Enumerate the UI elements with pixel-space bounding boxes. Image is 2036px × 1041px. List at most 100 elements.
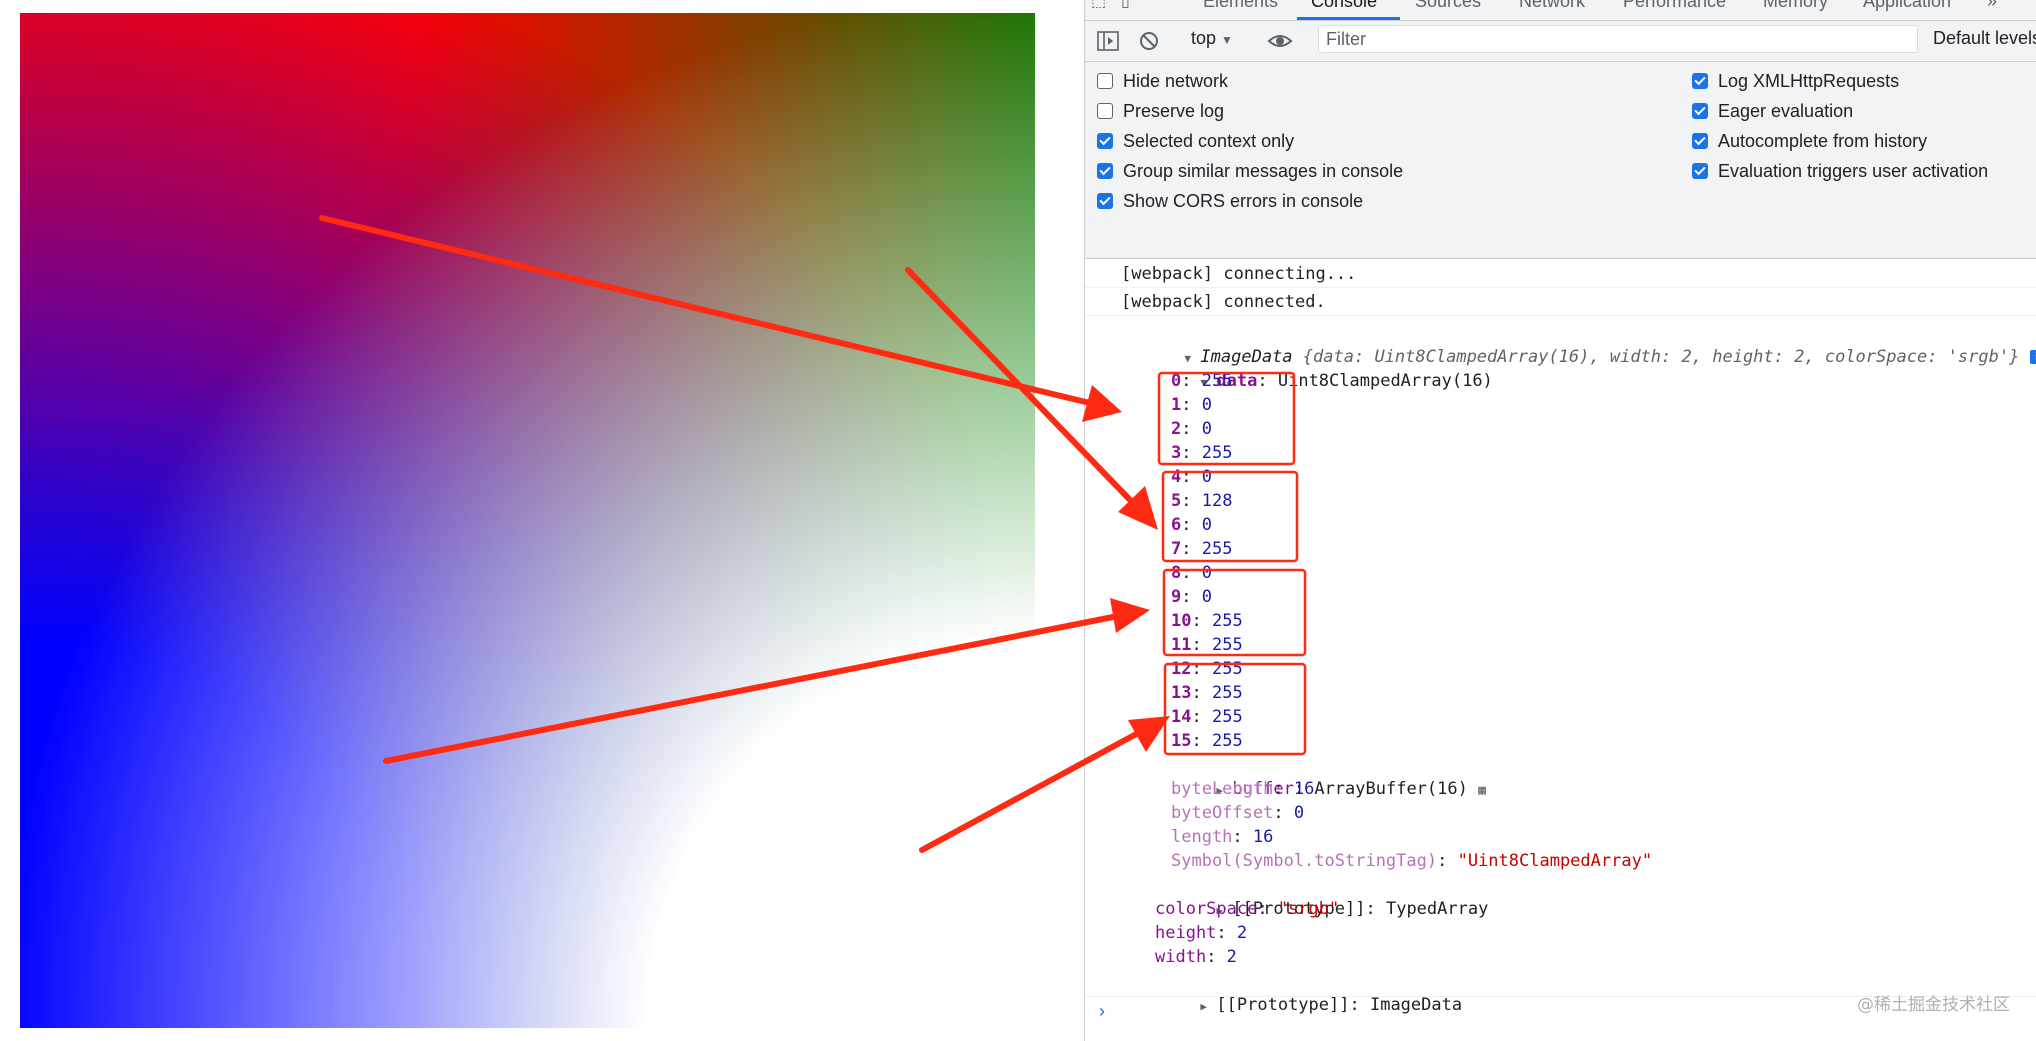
bytelength-property: byteLength: 16 [1171,779,1315,799]
array-entry: 8: 0 [1171,563,1212,583]
expand-triangle-icon[interactable]: ▶ [1200,995,1216,1019]
caret-down-icon: ▼ [1221,33,1233,47]
gradient-canvas [20,13,1035,1028]
array-entry: 5: 128 [1171,491,1233,511]
info-icon[interactable]: i [2029,350,2036,364]
console-message: [webpack] connected. [1121,292,1326,312]
console-message: [webpack] connecting... [1121,264,1357,284]
entry-index: 6 [1171,515,1182,535]
length-property: length: 16 [1171,827,1274,847]
eye-icon[interactable] [1267,31,1293,51]
array-entry: 15: 255 [1171,731,1243,751]
entry-value: 0 [1201,395,1212,415]
selected-context-checkbox[interactable] [1097,133,1113,149]
hide-network-option[interactable]: Hide network [1097,68,1228,94]
entry-index: 13 [1171,683,1192,703]
entry-index: 4 [1171,467,1182,487]
entry-value: 255 [1211,635,1243,655]
gradient-white-layer [20,13,1035,1028]
imagedata-summary[interactable]: ▼ ImageData {data: Uint8ClampedArray(16),… [1123,321,2036,367]
entry-value: 255 [1201,539,1233,559]
array-entry: 4: 0 [1171,467,1212,487]
message-divider [1085,315,2036,316]
console-settings-pane: Hide network Preserve log Selected conte… [1085,62,2036,259]
array-entry: 11: 255 [1171,635,1243,655]
cors-errors-checkbox[interactable] [1097,193,1113,209]
entry-index: 15 [1171,731,1192,751]
buffer-property[interactable]: ▶ buffer: ArrayBuffer(16) ▦ [1155,753,1486,799]
tostringtag-property: Symbol(Symbol.toStringTag): "Uint8Clampe… [1171,851,1653,871]
data-property[interactable]: ▼ data: Uint8ClampedArray(16) [1139,345,1492,391]
tab-network[interactable]: Network [1519,0,1585,12]
memory-inspector-icon[interactable]: ▦ [1478,783,1486,798]
preserve-log-option[interactable]: Preserve log [1097,98,1224,124]
array-entry: 10: 255 [1171,611,1243,631]
entry-value: 0 [1201,563,1212,583]
entry-index: 7 [1171,539,1182,559]
cors-errors-option[interactable]: Show CORS errors in console [1097,188,1363,214]
preserve-log-checkbox[interactable] [1097,103,1113,119]
tab-application[interactable]: Application [1863,0,1951,12]
entry-value: 0 [1201,419,1212,439]
selected-context-option[interactable]: Selected context only [1097,128,1294,154]
clear-console-icon[interactable] [1139,31,1159,51]
log-xhr-checkbox[interactable] [1692,73,1708,89]
eager-eval-checkbox[interactable] [1692,103,1708,119]
eager-eval-option[interactable]: Eager evaluation [1692,98,1853,124]
colorspace-property: colorSpace: "srgb" [1155,899,1340,919]
message-divider [1085,287,2036,288]
entry-value: 0 [1201,467,1212,487]
tab-sources[interactable]: Sources [1415,0,1481,12]
imagedata-prototype[interactable]: ▶ [[Prototype]]: ImageData [1139,969,1462,1015]
entry-index: 5 [1171,491,1182,511]
array-entry: 3: 255 [1171,443,1233,463]
typedarray-prototype[interactable]: ▶ [[Prototype]]: TypedArray [1155,873,1488,919]
array-entry: 9: 0 [1171,587,1212,607]
log-xhr-option[interactable]: Log XMLHttpRequests [1692,68,1899,94]
tab-performance[interactable]: Performance [1623,0,1726,12]
autocomplete-checkbox[interactable] [1692,133,1708,149]
tab-console[interactable]: Console [1311,0,1377,12]
entry-value: 255 [1211,683,1243,703]
byteoffset-property: byteOffset: 0 [1171,803,1305,823]
context-selector[interactable]: top ▼ [1191,28,1233,49]
array-entry: 12: 255 [1171,659,1243,679]
width-property: width: 2 [1155,947,1237,967]
log-levels-dropdown[interactable]: Default levels [1933,28,2036,49]
chevron-double-right-icon[interactable]: » [1987,0,1997,12]
entry-value: 128 [1201,491,1233,511]
entry-value: 255 [1201,443,1233,463]
device-toolbar-icon[interactable]: ▯ [1121,0,1130,11]
filter-input[interactable] [1318,25,1918,53]
sidebar-toggle-icon[interactable] [1097,31,1119,51]
devtools-tab-bar: ⬚ ▯ Elements Console Sources Network Per… [1085,0,2036,21]
entry-index: 8 [1171,563,1182,583]
entry-value: 255 [1211,731,1243,751]
entry-index: 10 [1171,611,1192,631]
tab-memory[interactable]: Memory [1763,0,1828,12]
tab-elements[interactable]: Elements [1203,0,1278,12]
entry-index: 12 [1171,659,1192,679]
entry-value: 255 [1211,659,1243,679]
entry-index: 3 [1171,443,1182,463]
array-entry: 1: 0 [1171,395,1212,415]
entry-index: 14 [1171,707,1192,727]
console-prompt[interactable]: › [1099,1001,1105,1022]
entry-index: 1 [1171,395,1182,415]
group-similar-checkbox[interactable] [1097,163,1113,179]
array-entry: 7: 255 [1171,539,1233,559]
array-entry: 14: 255 [1171,707,1243,727]
array-entry: 2: 0 [1171,419,1212,439]
hide-network-checkbox[interactable] [1097,73,1113,89]
eval-triggers-checkbox[interactable] [1692,163,1708,179]
autocomplete-option[interactable]: Autocomplete from history [1692,128,1927,154]
inspect-element-icon[interactable]: ⬚ [1091,0,1106,11]
entry-index: 11 [1171,635,1192,655]
eval-triggers-option[interactable]: Evaluation triggers user activation [1692,158,1988,184]
devtools-panel: ⬚ ▯ Elements Console Sources Network Per… [1084,0,2036,1041]
entry-index: 0 [1171,371,1182,391]
array-entry: 13: 255 [1171,683,1243,703]
group-similar-option[interactable]: Group similar messages in console [1097,158,1403,184]
active-tab-indicator [1297,17,1400,20]
entry-value: 255 [1211,611,1243,631]
